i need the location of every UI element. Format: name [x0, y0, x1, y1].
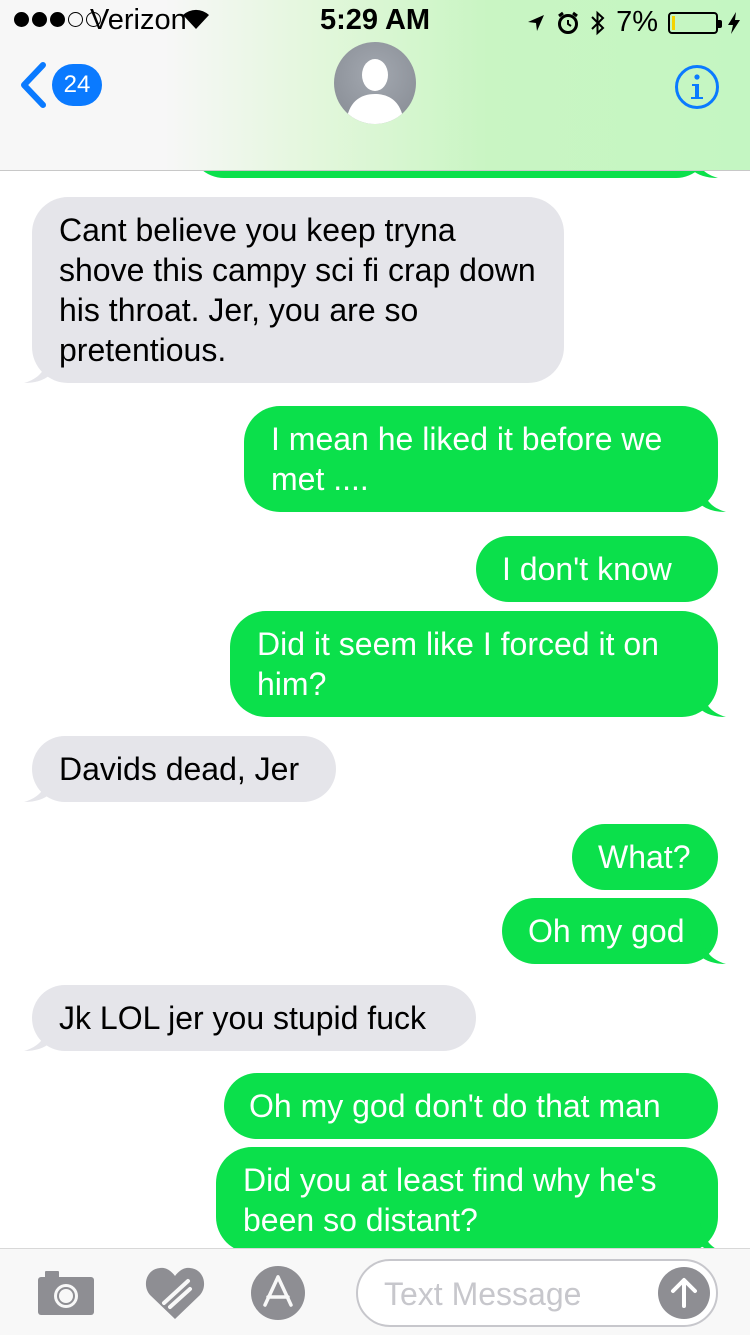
battery-percentage: 7%	[616, 6, 658, 38]
message-bubble-received[interactable]: Davids dead, Jer	[24, 736, 336, 802]
message-bubble-sent[interactable]: Oh my god	[502, 898, 726, 964]
message-bubble-sent[interactable]: Did it seem like I forced it on him?	[230, 611, 726, 717]
battery-icon	[668, 11, 722, 34]
conversation-header: Verizon 5:29 AM 7% 24	[0, 0, 750, 171]
unread-count-badge: 24	[52, 64, 102, 106]
heart-touch-icon[interactable]	[144, 1263, 206, 1321]
chevron-left-icon	[21, 62, 46, 108]
message-composer-bar	[0, 1248, 750, 1335]
contact-avatar[interactable]	[334, 42, 416, 124]
message-input[interactable]	[382, 1271, 636, 1317]
message-input-field[interactable]	[356, 1259, 718, 1327]
app-store-icon[interactable]	[250, 1265, 306, 1321]
location-arrow-icon	[528, 14, 545, 31]
message-bubble-sent[interactable]: I don't know	[476, 536, 718, 602]
message-bubble-sent[interactable]: What?	[572, 824, 718, 890]
bluetooth-icon	[591, 10, 605, 35]
person-silhouette-icon	[346, 59, 404, 124]
message-bubble-sent[interactable]: Oh my god don't do that man	[224, 1073, 718, 1139]
camera-icon[interactable]	[36, 1269, 96, 1317]
back-button[interactable]: 24	[20, 62, 102, 108]
info-icon[interactable]	[674, 64, 720, 110]
message-bubble-sent[interactable]	[190, 170, 718, 178]
message-bubble-received[interactable]: Jk LOL jer you stupid fuck	[24, 985, 476, 1051]
message-bubble-received[interactable]: Cant believe you keep tryna shove this c…	[24, 197, 564, 383]
message-thread: Cant believe you keep tryna shove this c…	[0, 170, 750, 1248]
send-button[interactable]	[658, 1267, 710, 1319]
charging-bolt-icon	[728, 11, 740, 34]
status-bar: Verizon 5:29 AM 7%	[0, 0, 750, 40]
message-bubble-sent[interactable]: I mean he liked it before we met ....	[244, 406, 726, 512]
message-bubble-sent[interactable]: Did you at least find why he's been so d…	[216, 1147, 718, 1248]
send-arrow-icon	[671, 1278, 697, 1308]
alarm-icon	[558, 11, 579, 34]
